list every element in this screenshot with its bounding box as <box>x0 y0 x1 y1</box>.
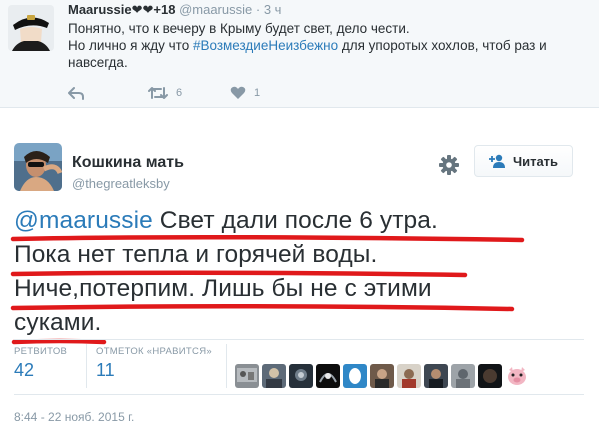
tweet-line: Понятно, что к вечеру в Крыму будет свет… <box>68 21 410 36</box>
retweets-label: РЕТВИТОВ <box>14 346 68 357</box>
tweet-time[interactable]: 3 ч <box>264 2 282 17</box>
like-count: 1 <box>254 87 261 99</box>
tweet-text: @maarussie Свет дали после 6 утра. Пока … <box>14 204 584 340</box>
liker-avatar[interactable] <box>235 364 259 388</box>
reply-icon <box>68 87 84 100</box>
time-separator: · <box>255 2 261 17</box>
reply-button[interactable] <box>68 86 84 100</box>
retweets-count: 42 <box>14 360 35 380</box>
author-name-emoji: ❤❤+18 <box>131 2 176 17</box>
avatar[interactable] <box>8 5 54 51</box>
red-underline <box>11 338 107 345</box>
liker-avatar[interactable] <box>424 364 448 388</box>
tweet-line: Но лично я жду что #ВозмездиеНеизбежно д… <box>68 37 588 54</box>
tweet-timestamp[interactable]: 8:44 - 22 нояб. 2015 г. <box>14 410 134 424</box>
tweet-text-segment: для упоротых хохлов, чтоб раз и <box>338 38 547 53</box>
divider <box>86 344 87 388</box>
liker-avatar[interactable] <box>478 364 502 388</box>
divider <box>226 344 227 388</box>
author-handle[interactable]: @maarussie <box>179 2 252 17</box>
liker-avatar[interactable] <box>289 364 313 388</box>
liker-avatar[interactable] <box>343 364 367 388</box>
tweet-actions: 6 1 <box>68 86 318 104</box>
likes-label: ОТМЕТОК «НРАВИТСЯ» <box>96 346 212 357</box>
focused-tweet: Кошкина мать @thegreatleksby Читать @maa… <box>0 132 599 439</box>
tweet-text: Понятно, что к вечеру в Крыму будет свет… <box>68 20 588 71</box>
tweet-text-segment: Но лично я жду что <box>68 38 193 53</box>
retweet-icon <box>148 87 168 99</box>
tweet-text-segment: Свет дали после 6 утра. <box>152 207 438 234</box>
tweet-line: навсегда. <box>68 55 128 70</box>
like-icon <box>230 86 246 99</box>
like-button[interactable]: 1 <box>230 86 260 100</box>
hashtag-link[interactable]: #ВозмездиеНеизбежно <box>193 38 338 53</box>
likes-count: 11 <box>96 360 115 380</box>
liker-avatar[interactable] <box>316 364 340 388</box>
author-name[interactable]: Maarussie <box>68 2 132 17</box>
follow-button[interactable]: Читать <box>474 145 573 177</box>
tweet-header: Maarussie❤❤+18 @maarussie · 3 ч <box>68 2 281 18</box>
liker-avatar[interactable] <box>370 364 394 388</box>
retweet-button[interactable]: 6 <box>148 86 182 100</box>
tweet-line: Ниче,потерпим. Лишь бы не с этими <box>14 275 432 302</box>
retweets-stat[interactable]: РЕТВИТОВ 42 <box>14 346 67 381</box>
liker-avatars <box>235 364 529 388</box>
liker-avatar[interactable] <box>505 364 529 388</box>
liker-avatar[interactable] <box>451 364 475 388</box>
author-handle[interactable]: @thegreatleksby <box>72 176 170 191</box>
divider <box>14 394 584 395</box>
tweet-line: @maarussie Свет дали после 6 утра. <box>14 204 584 238</box>
divider <box>14 339 584 340</box>
tweet-line: суками. <box>14 309 102 336</box>
author-name[interactable]: Кошкина мать <box>72 154 184 172</box>
liker-avatar[interactable] <box>262 364 286 388</box>
more-options-button[interactable] <box>438 154 460 176</box>
mention-link[interactable]: @maarussie <box>14 207 153 234</box>
likes-stat[interactable]: ОТМЕТОК «НРАВИТСЯ» 11 <box>96 346 212 381</box>
follow-button-label: Читать <box>512 153 559 169</box>
follow-person-icon <box>488 154 505 168</box>
previous-tweet: Maarussie❤❤+18 @maarussie · 3 ч Понятно,… <box>0 0 599 108</box>
gear-icon <box>439 155 459 175</box>
tweet-line: Пока нет тепла и горячей воды. <box>14 241 378 268</box>
retweet-count: 6 <box>176 87 183 99</box>
liker-avatar[interactable] <box>397 364 421 388</box>
avatar[interactable] <box>14 143 62 191</box>
